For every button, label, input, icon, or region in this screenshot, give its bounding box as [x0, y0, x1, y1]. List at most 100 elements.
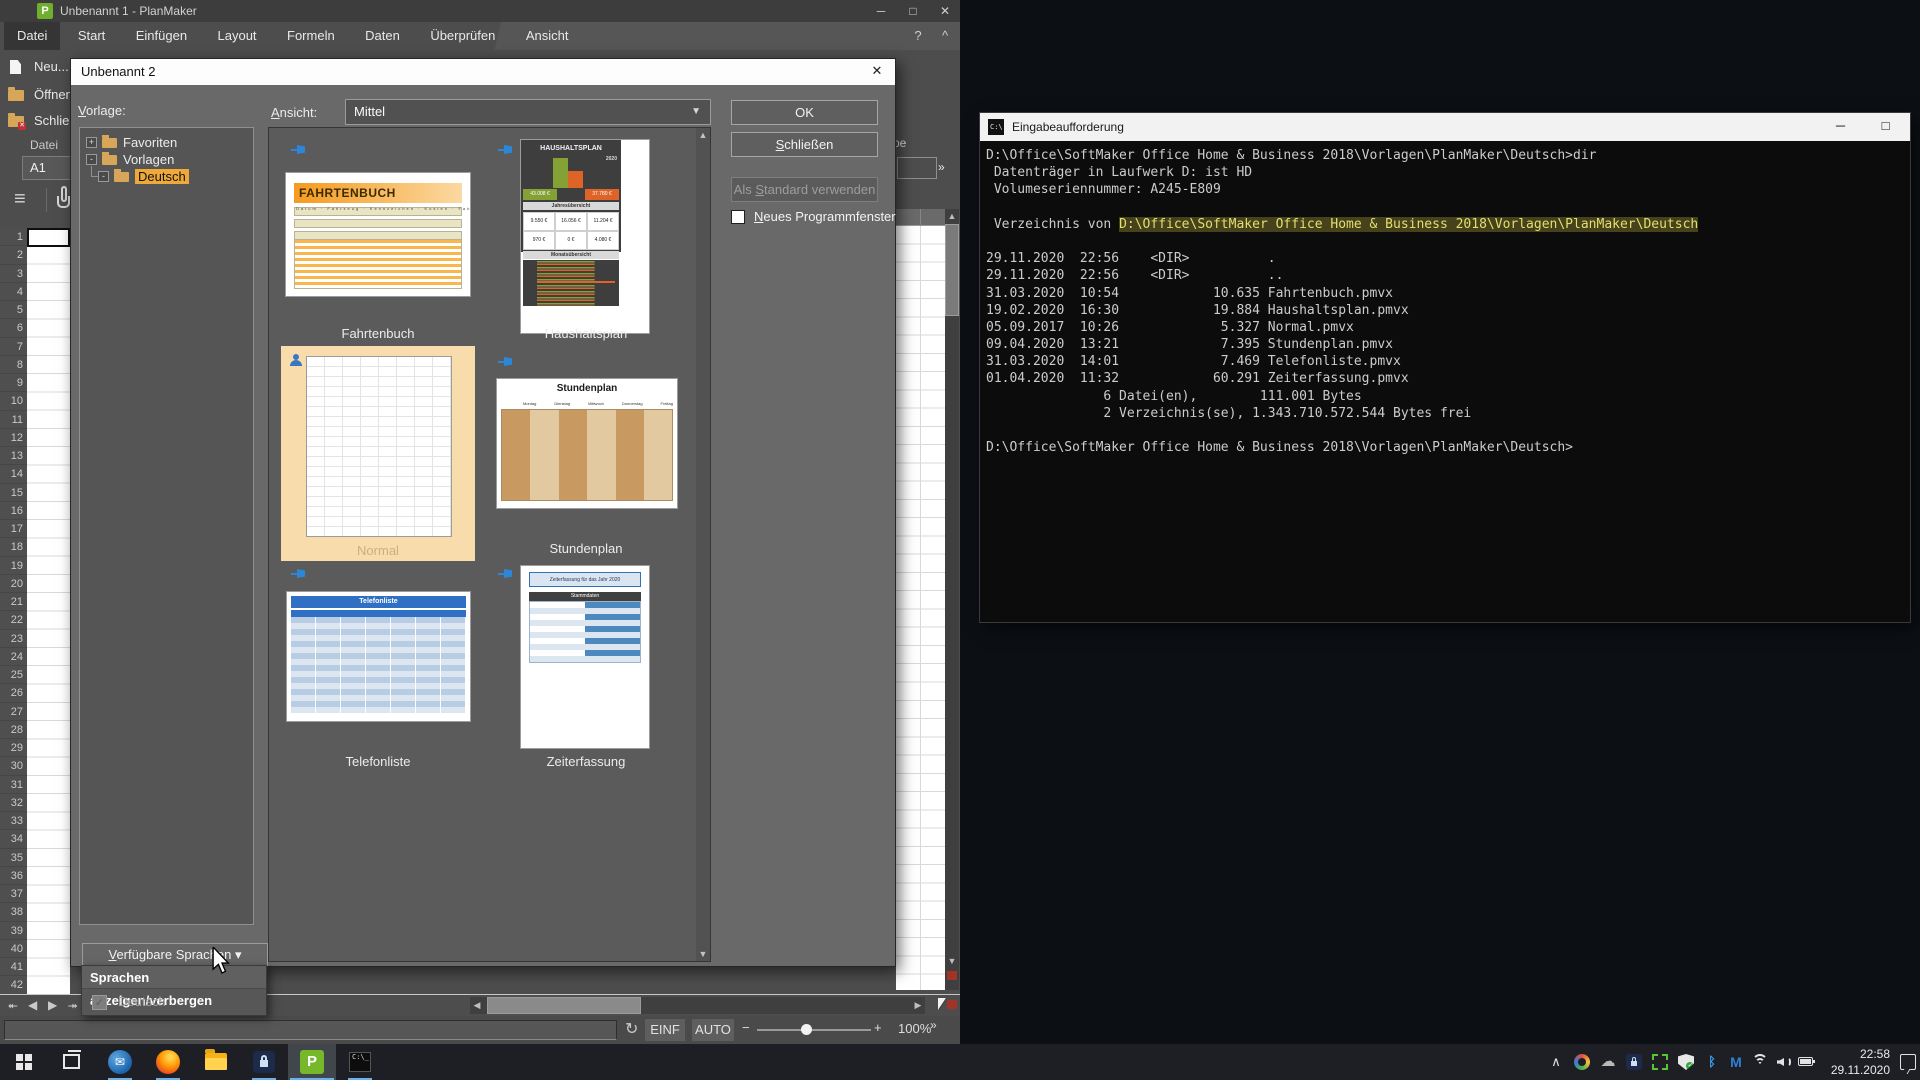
cmd-titlebar[interactable]: C:\ Eingabeaufforderung ─ □	[980, 113, 1910, 141]
template-label[interactable]: Fahrtenbuch	[286, 326, 470, 341]
bluetooth-icon[interactable]: ᛒ	[1704, 1054, 1720, 1070]
pin-icon[interactable]	[498, 569, 513, 578]
row-header[interactable]: 8	[0, 356, 27, 374]
menu-ansicht[interactable]: Ansicht	[513, 22, 582, 50]
template-tile-normal-selected[interactable]: Normal	[281, 346, 475, 561]
action-center-icon[interactable]	[1900, 1054, 1916, 1070]
zoom-out-button[interactable]: −	[742, 1020, 750, 1035]
menu-formeln[interactable]: Formeln	[274, 22, 348, 50]
scroll-up-icon[interactable]: ▲	[696, 128, 710, 142]
green-app-tray-icon[interactable]	[1652, 1054, 1668, 1070]
selected-cell-a1[interactable]	[27, 228, 70, 247]
pin-icon[interactable]	[498, 145, 513, 154]
row-header[interactable]: 31	[0, 776, 27, 794]
row-header[interactable]: 27	[0, 703, 27, 721]
taskbar-planmaker-active[interactable]: P	[288, 1044, 336, 1080]
onedrive-cloud-icon[interactable]: ☁	[1600, 1054, 1616, 1070]
battery-charging-icon[interactable]	[1798, 1057, 1815, 1066]
dialog-titlebar[interactable]: Unbenannt 2 ✕	[71, 59, 895, 85]
set-default-button[interactable]: Als Standard verwenden	[731, 177, 878, 202]
close-button[interactable]: ✕	[930, 0, 960, 22]
row-header[interactable]: 29	[0, 739, 27, 758]
row-header[interactable]: 12	[0, 429, 27, 447]
taskbar-thunderbird[interactable]: ✉	[96, 1044, 144, 1080]
row-header[interactable]: 2	[0, 246, 27, 265]
template-list-scrollbar[interactable]: ▲ ▼	[696, 128, 710, 961]
statusbar-overflow-chevron[interactable]: »	[930, 1018, 937, 1032]
minimize-button[interactable]: ─	[1818, 113, 1863, 141]
dialog-close-icon[interactable]: ✕	[865, 63, 889, 81]
maximize-button[interactable]: □	[1863, 113, 1908, 141]
row-header[interactable]: 20	[0, 575, 27, 593]
sheet-cells-left[interactable]	[27, 228, 70, 995]
menu-einfuegen[interactable]: Einfügen	[123, 22, 200, 50]
row-header[interactable]: 41	[0, 958, 27, 977]
row-header[interactable]: 3	[0, 265, 27, 283]
insert-mode-indicator[interactable]: EINF	[645, 1019, 685, 1041]
row-header[interactable]: 14	[0, 465, 27, 484]
row-header[interactable]: 26	[0, 684, 27, 703]
vertical-scroll-thumb[interactable]	[946, 225, 958, 315]
row-header[interactable]: 28	[0, 721, 27, 739]
row-header[interactable]: 1	[0, 228, 27, 247]
tray-color-wheel-icon[interactable]	[1574, 1054, 1590, 1070]
row-header[interactable]: 35	[0, 849, 27, 867]
template-thumbnail-stundenplan[interactable]: Stundenplan Montag Dienstag Mittwoch Don…	[497, 379, 677, 508]
row-header[interactable]: 16	[0, 502, 27, 520]
ribbon-overflow-chevron[interactable]: »	[938, 160, 945, 174]
template-thumbnail-telefonliste[interactable]: Telefonliste	[287, 592, 470, 721]
row-header[interactable]: 21	[0, 593, 27, 612]
task-view-button[interactable]	[48, 1044, 96, 1080]
row-header[interactable]: 7	[0, 338, 27, 356]
defender-shield-icon[interactable]: ✓	[1678, 1054, 1694, 1070]
zoom-in-button[interactable]: +	[874, 1020, 882, 1035]
row-header[interactable]: 15	[0, 484, 27, 502]
zoom-slider-track[interactable]	[757, 1029, 871, 1031]
checkbox-icon[interactable]	[731, 210, 745, 224]
split-handle[interactable]	[947, 971, 957, 980]
checked-checkbox-icon[interactable]: ✓	[92, 995, 107, 1010]
menu-daten[interactable]: Daten	[352, 22, 413, 50]
keepass-tray-icon[interactable]	[1626, 1054, 1642, 1070]
zoom-slider-handle[interactable]	[801, 1024, 812, 1035]
row-header[interactable]: 10	[0, 392, 27, 411]
collapse-icon[interactable]: -	[98, 171, 109, 182]
row-header[interactable]: 6	[0, 319, 27, 338]
taskbar-keepass[interactable]	[240, 1044, 288, 1080]
template-label[interactable]: Zeiterfassung	[494, 754, 678, 769]
help-icon[interactable]: ?	[908, 28, 928, 43]
minimize-button[interactable]: ─	[866, 0, 896, 22]
malwarebytes-icon[interactable]: M	[1728, 1054, 1744, 1070]
available-languages-button[interactable]: Verfügbare Sprachen ▾	[82, 943, 268, 966]
ok-button[interactable]: OK	[731, 100, 878, 125]
scroll-down-icon[interactable]: ▼	[696, 947, 710, 961]
language-item-deutsch[interactable]: ✓ Deutsch	[82, 990, 266, 1015]
taskbar-cmd[interactable]: C:\_	[336, 1044, 384, 1080]
row-header[interactable]: 34	[0, 830, 27, 849]
taskbar-clock[interactable]: 22:58 29.11.2020	[1820, 1046, 1890, 1078]
next-sheet-icon[interactable]: ▶	[48, 998, 57, 1012]
row-header[interactable]: 33	[0, 812, 27, 831]
template-label[interactable]: Telefonliste	[286, 754, 470, 769]
prev-sheet-icon[interactable]: ◀	[28, 998, 37, 1012]
row-header[interactable]: 9	[0, 374, 27, 393]
row-header[interactable]: 37	[0, 885, 27, 904]
scroll-up-icon[interactable]: ▲	[945, 209, 959, 223]
collapse-icon[interactable]: -	[86, 154, 97, 165]
horizontal-scrollbar[interactable]: ◀ ▶	[470, 997, 925, 1014]
sync-icon[interactable]: ↻	[625, 1019, 638, 1039]
row-header[interactable]: 40	[0, 940, 27, 958]
vertical-scrollbar[interactable]: ▲ ▼	[945, 209, 959, 990]
ribbon-control-fragment[interactable]	[897, 157, 937, 179]
row-header[interactable]: 22	[0, 611, 27, 630]
view-dropdown[interactable]: Mittel ▼	[345, 99, 711, 125]
zoom-level[interactable]: 100%	[898, 1021, 931, 1036]
taskbar-explorer[interactable]	[192, 1044, 240, 1080]
row-header[interactable]: 30	[0, 757, 27, 776]
template-thumbnail-fahrtenbuch[interactable]: FAHRTENBUCH Datum · Fahrzeug · Kennzeich…	[286, 173, 470, 296]
row-header[interactable]: 19	[0, 557, 27, 575]
menu-datei[interactable]: Datei	[4, 22, 61, 50]
row-header[interactable]: 11	[0, 411, 27, 429]
planmaker-titlebar[interactable]: P Unbenannt 1 - PlanMaker ─ □ ✕	[0, 0, 960, 22]
wifi-icon[interactable]	[1752, 1054, 1768, 1070]
